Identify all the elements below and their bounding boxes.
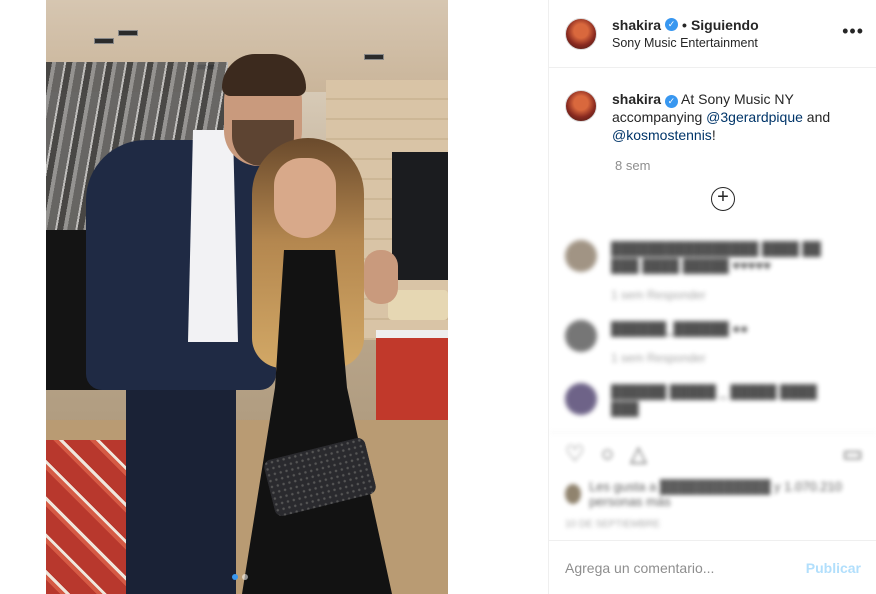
publish-button[interactable]: Publicar	[806, 560, 861, 576]
comment-text: ████████████████ ████ ██ ███ ████ █████ …	[611, 241, 821, 273]
photo-man-shirt	[188, 130, 238, 342]
location-link[interactable]: Sony Music Entertainment	[612, 35, 759, 51]
following-button[interactable]: Siguiendo	[691, 17, 759, 33]
mention-link[interactable]: @3gerardpique	[706, 109, 803, 125]
post-photo[interactable]	[46, 0, 448, 594]
verified-icon: ✓	[664, 95, 678, 108]
author-username[interactable]: shakira	[612, 17, 661, 33]
action-row: ♡ ○ △	[549, 433, 876, 475]
photo-food-tray	[388, 290, 448, 320]
header-row: shakira ✓ • Siguiendo	[612, 17, 759, 33]
post-header: shakira ✓ • Siguiendo Sony Music Enterta…	[549, 0, 876, 68]
post-date: 10 DE SEPTIEMBRE	[565, 519, 661, 530]
verified-icon: ✓	[665, 18, 679, 31]
likes-summary[interactable]: Les gusta a ████████████ y 1.070.210 per…	[549, 475, 876, 513]
comments-list: ████████████████ ████ ██ ███ ████ █████ …	[549, 222, 876, 432]
caption-timestamp[interactable]: 8 sem	[615, 158, 876, 173]
likes-text: Les gusta a ████████████ y 1.070.210 per…	[589, 479, 842, 509]
carousel-dot[interactable]	[242, 574, 248, 580]
author-avatar[interactable]	[565, 17, 597, 50]
photo-woman-face	[274, 158, 336, 238]
list-item: ████████████████ ████ ██ ███ ████ █████ …	[549, 240, 876, 302]
carousel-dots	[232, 574, 248, 580]
comment-form: Publicar	[549, 540, 876, 594]
like-icon[interactable]: ♡	[565, 441, 585, 467]
comment-input[interactable]	[565, 559, 795, 576]
caption: shakira ✓ At Sony Music NY accompanying …	[549, 68, 876, 144]
ceiling-light	[118, 30, 138, 36]
list-item: ██████_██████ ●● 1 sem Responder	[549, 320, 876, 365]
photo-man-suit	[86, 140, 276, 390]
separator-dot: •	[682, 16, 687, 33]
post-sidebar: shakira ✓ • Siguiendo Sony Music Enterta…	[548, 0, 876, 594]
share-icon[interactable]: △	[630, 441, 647, 467]
bookmark-icon[interactable]: ▭	[842, 441, 863, 467]
photo-tv	[392, 152, 448, 280]
comment-icon[interactable]: ○	[601, 441, 614, 467]
caption-body: and	[802, 109, 831, 125]
commenter-avatar[interactable]	[565, 320, 597, 352]
more-options-icon[interactable]: •••	[842, 22, 864, 40]
header-text: shakira ✓ • Siguiendo Sony Music Enterta…	[612, 17, 759, 51]
post-actions: ♡ ○ △ ▭ Les gusta a ████████████ y 1.070…	[549, 432, 876, 542]
comment-text: ██████_██████ ●●	[611, 321, 749, 336]
comment-meta[interactable]: 1 sem Responder	[611, 288, 841, 302]
commenter-avatar[interactable]	[565, 240, 597, 272]
carousel-dot-active[interactable]	[232, 574, 238, 580]
caption-body: !	[711, 127, 716, 143]
commenter-avatar[interactable]	[565, 383, 597, 415]
list-item: ██████ █████ _ █████ ████ ███	[549, 383, 876, 417]
load-more-comments-icon[interactable]: +	[711, 187, 735, 211]
caption-avatar[interactable]	[565, 90, 597, 122]
comment-text: ██████ █████ _ █████ ████ ███	[611, 384, 817, 416]
comment-meta[interactable]: 1 sem Responder	[611, 351, 841, 365]
photo-man-hand	[364, 250, 398, 304]
ceiling-light	[94, 38, 114, 44]
liker-avatar	[565, 484, 582, 504]
caption-text: shakira ✓ At Sony Music NY accompanying …	[612, 90, 860, 144]
caption-username[interactable]: shakira	[612, 91, 661, 107]
mention-link[interactable]: @kosmostennis	[612, 127, 712, 143]
ceiling-light	[364, 54, 384, 60]
